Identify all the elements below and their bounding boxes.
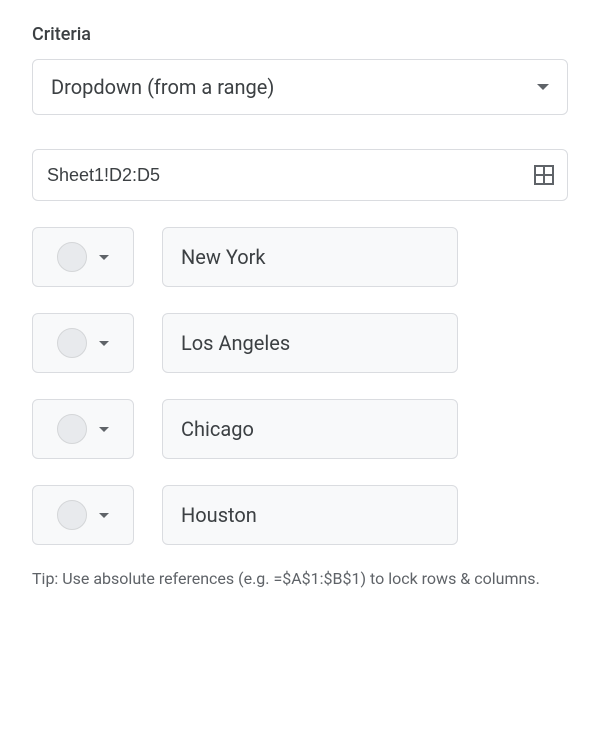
chevron-down-icon bbox=[99, 255, 109, 260]
color-picker[interactable] bbox=[32, 227, 134, 287]
option-label: Los Angeles bbox=[181, 331, 290, 355]
option-value[interactable]: Chicago bbox=[162, 399, 458, 459]
option-value[interactable]: Houston bbox=[162, 485, 458, 545]
range-input-container bbox=[32, 149, 568, 201]
chevron-down-icon bbox=[99, 513, 109, 518]
color-picker[interactable] bbox=[32, 485, 134, 545]
option-value[interactable]: New York bbox=[162, 227, 458, 287]
color-swatch-icon bbox=[57, 242, 87, 272]
criteria-type-dropdown[interactable]: Dropdown (from a range) bbox=[32, 59, 568, 115]
option-value[interactable]: Los Angeles bbox=[162, 313, 458, 373]
color-swatch-icon bbox=[57, 328, 87, 358]
option-row: Los Angeles bbox=[32, 313, 568, 373]
option-label: New York bbox=[181, 245, 266, 269]
criteria-section-label: Criteria bbox=[32, 24, 568, 45]
chevron-down-icon bbox=[99, 341, 109, 346]
color-swatch-icon bbox=[57, 500, 87, 530]
color-picker[interactable] bbox=[32, 399, 134, 459]
grid-selector-icon[interactable] bbox=[533, 164, 555, 186]
color-swatch-icon bbox=[57, 414, 87, 444]
chevron-down-icon bbox=[99, 427, 109, 432]
option-row: New York bbox=[32, 227, 568, 287]
option-row: Chicago bbox=[32, 399, 568, 459]
option-label: Houston bbox=[181, 503, 257, 527]
chevron-down-icon bbox=[537, 84, 549, 90]
color-picker[interactable] bbox=[32, 313, 134, 373]
option-row: Houston bbox=[32, 485, 568, 545]
option-label: Chicago bbox=[181, 417, 254, 441]
criteria-type-value: Dropdown (from a range) bbox=[51, 75, 274, 99]
range-input[interactable] bbox=[47, 165, 533, 186]
tip-text: Tip: Use absolute references (e.g. =$A$1… bbox=[32, 567, 568, 591]
